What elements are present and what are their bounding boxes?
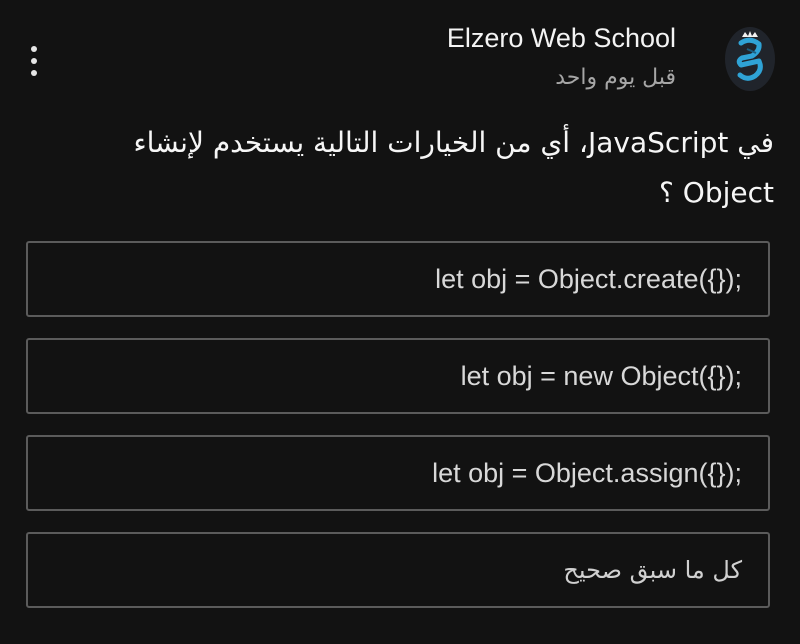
question-text: في JavaScript، أي من الخيارات التالية يس… — [26, 118, 774, 218]
more-vertical-icon-dot — [31, 58, 37, 64]
elzero-logo-icon — [736, 31, 763, 81]
poll-option-2[interactable]: let obj = new Object({}); — [26, 338, 770, 414]
avatar[interactable] — [725, 27, 775, 91]
option-label: let obj = Object.assign({}); — [432, 457, 742, 488]
poll-option-1[interactable]: let obj = Object.create({}); — [26, 241, 770, 317]
poll-option-3[interactable]: let obj = Object.assign({}); — [26, 435, 770, 511]
poll-option-4[interactable]: كل ما سبق صحيح — [26, 532, 770, 608]
question-line-2: Object ؟ — [659, 176, 774, 209]
option-label: let obj = new Object({}); — [460, 360, 742, 391]
author-name[interactable]: Elzero Web School — [447, 18, 676, 58]
post-time: قبل يوم واحد — [555, 65, 676, 90]
option-label: كل ما سبق صحيح — [563, 556, 742, 584]
question-line-1: في JavaScript، أي من الخيارات التالية يس… — [133, 126, 774, 159]
more-vertical-icon — [31, 46, 37, 52]
more-vertical-icon-dot — [31, 70, 37, 76]
post-header: Elzero Web School قبل يوم واحد — [447, 18, 676, 98]
more-options-button[interactable] — [18, 40, 50, 82]
option-label: let obj = Object.create({}); — [435, 263, 742, 294]
